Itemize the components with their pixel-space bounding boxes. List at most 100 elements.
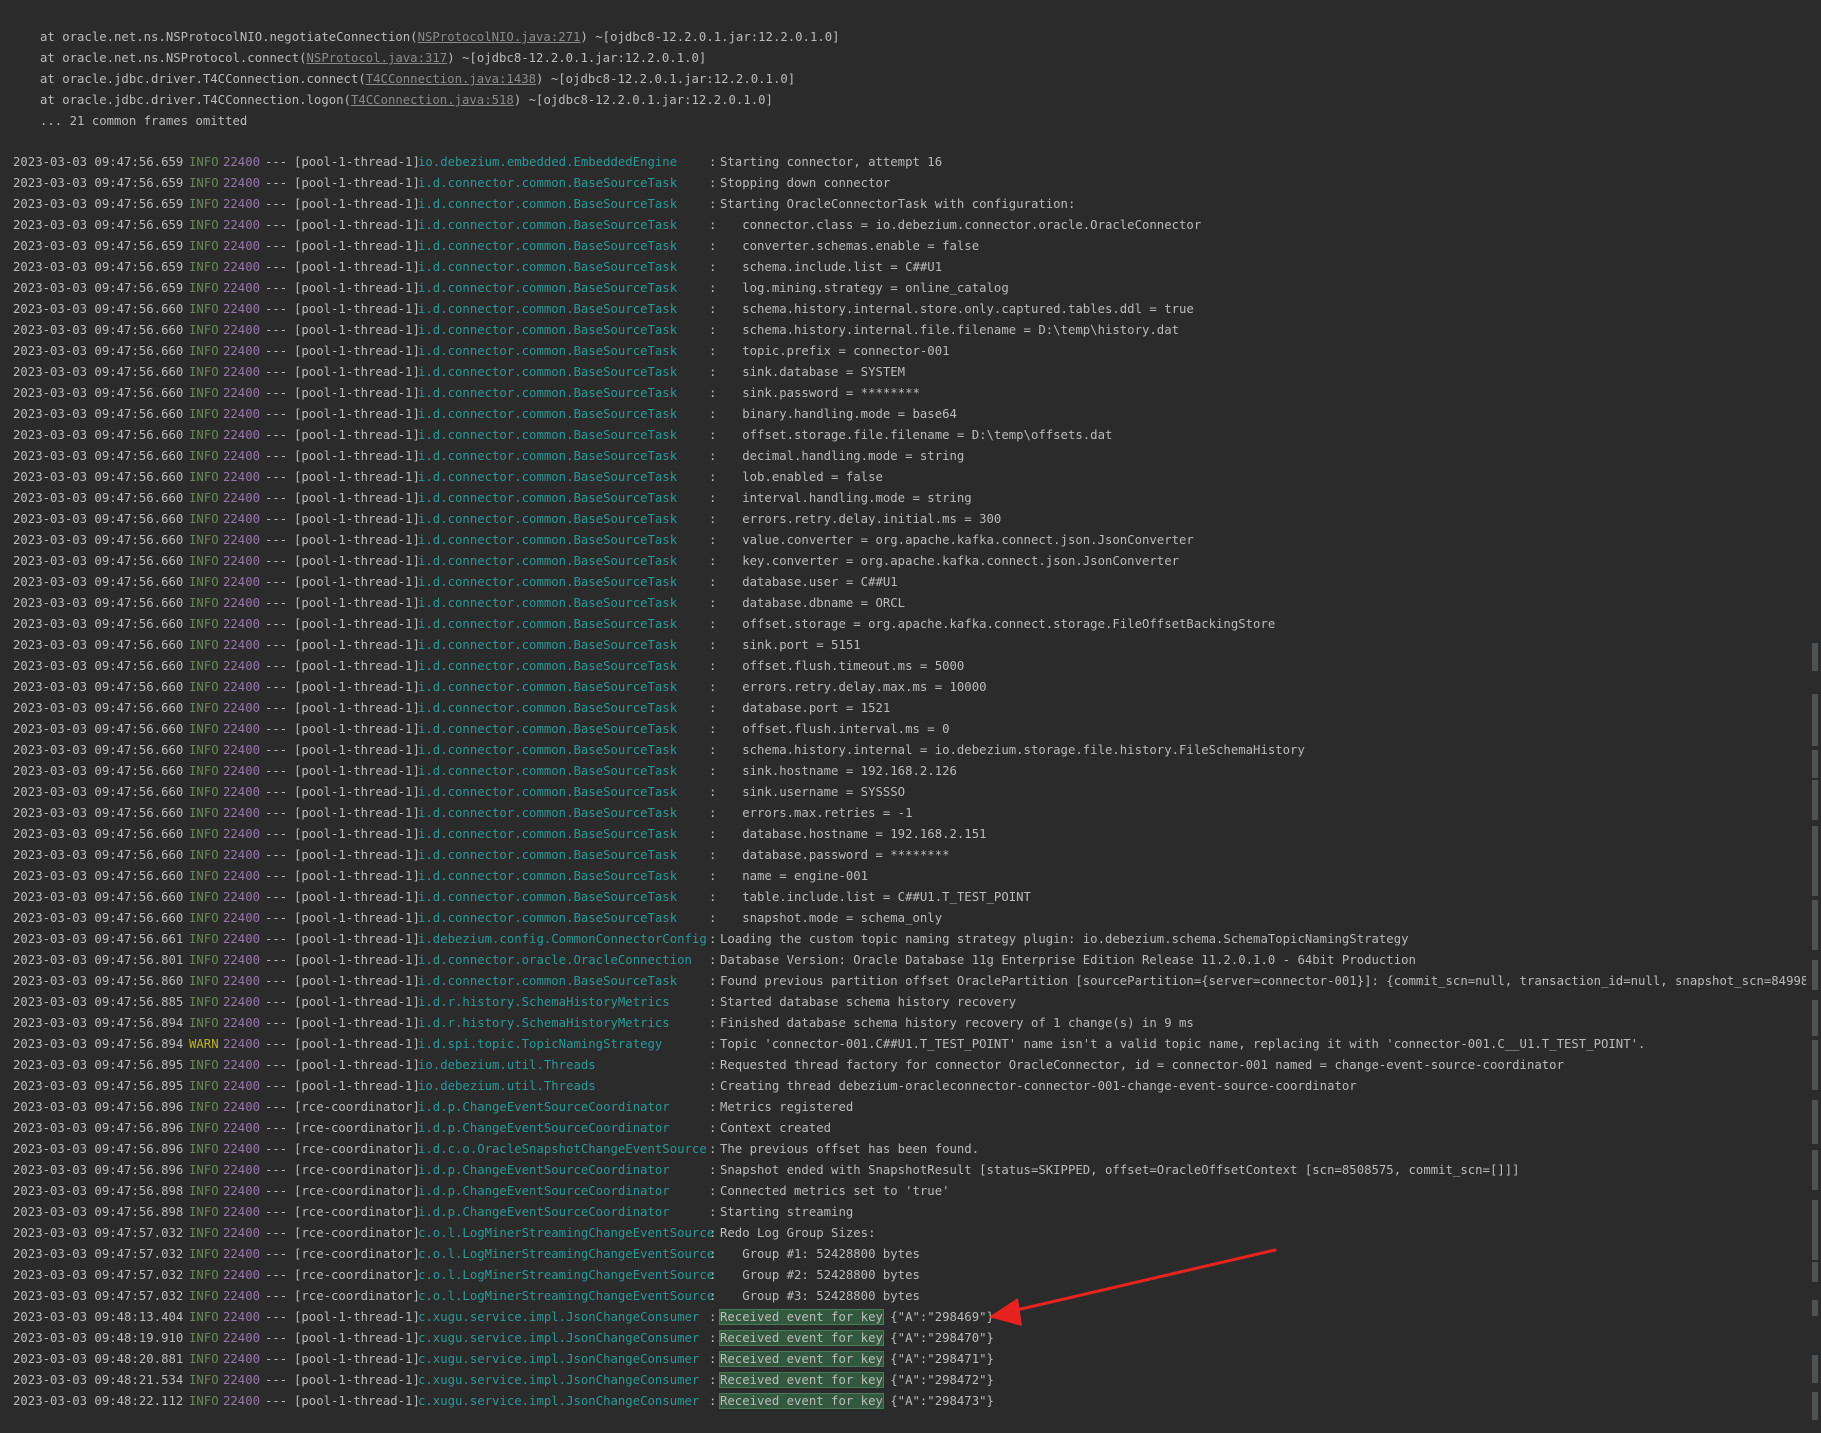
log-logger: i.d.connector.common.BaseSourceTask [418, 323, 678, 337]
console-output[interactable]: at oracle.net.ns.NSProtocolNIO.negotiate… [0, 0, 1806, 1433]
log-separator: --- [265, 617, 288, 631]
log-pid: 22400 [223, 890, 261, 904]
log-thread: [pool-1-thread-1] [294, 386, 420, 400]
log-pid: 22400 [223, 1205, 261, 1219]
log-pid: 22400 [223, 1079, 261, 1093]
source-link[interactable]: NSProtocol.java:317 [307, 51, 448, 65]
log-message: converter.schemas.enable = false [720, 239, 980, 253]
log-timestamp: 2023-03-03 09:47:56.660 [13, 848, 184, 862]
log-colon: : [709, 974, 717, 988]
log-pid: 22400 [223, 995, 261, 1009]
log-pid: 22400 [223, 1226, 261, 1240]
log-colon: : [709, 848, 717, 862]
log-colon: : [709, 491, 717, 505]
log-timestamp: 2023-03-03 09:47:56.660 [13, 911, 184, 925]
log-logger: i.d.connector.common.BaseSourceTask [418, 764, 678, 778]
log-timestamp: 2023-03-03 09:47:56.660 [13, 827, 184, 841]
log-timestamp: 2023-03-03 09:47:56.801 [13, 953, 184, 967]
log-message: schema.include.list = C##U1 [720, 260, 943, 274]
scrollbar-marker [1812, 826, 1818, 896]
stack-frame: ... 21 common frames omitted [40, 111, 840, 132]
log-thread: [pool-1-thread-1] [294, 659, 420, 673]
log-message: decimal.handling.mode = string [720, 449, 965, 463]
log-thread: [pool-1-thread-1] [294, 764, 420, 778]
log-timestamp: 2023-03-03 09:47:56.660 [13, 533, 184, 547]
scrollbar[interactable] [1806, 0, 1821, 1433]
log-separator: --- [265, 323, 288, 337]
log-pid: 22400 [223, 827, 261, 841]
log-level: INFO [189, 1163, 219, 1177]
log-message: Starting streaming [720, 1205, 854, 1219]
log-logger: i.d.connector.common.BaseSourceTask [418, 302, 678, 316]
stack-frame-text: at oracle.net.ns.NSProtocol.connect( [40, 51, 307, 65]
log-message: Creating thread debezium-oracleconnector… [720, 1079, 1357, 1093]
log-message: Starting connector, attempt 16 [720, 155, 943, 169]
log-separator: --- [265, 1352, 288, 1366]
log-logger: i.d.connector.common.BaseSourceTask [418, 974, 678, 988]
log-level: INFO [189, 785, 219, 799]
log-colon: : [709, 722, 717, 736]
log-timestamp: 2023-03-03 09:47:56.660 [13, 722, 184, 736]
log-timestamp: 2023-03-03 09:48:13.404 [13, 1310, 184, 1324]
log-colon: : [709, 1331, 717, 1345]
log-pid: 22400 [223, 239, 261, 253]
log-thread: [pool-1-thread-1] [294, 1016, 420, 1030]
log-logger: c.o.l.LogMinerStreamingChangeEventSource [418, 1289, 715, 1303]
log-thread: [pool-1-thread-1] [294, 953, 420, 967]
log-logger: i.d.p.ChangeEventSourceCoordinator [418, 1100, 670, 1114]
log-logger: i.d.connector.common.BaseSourceTask [418, 386, 678, 400]
log-separator: --- [265, 1331, 288, 1345]
log-separator: --- [265, 827, 288, 841]
source-link[interactable]: T4CConnection.java:1438 [366, 72, 536, 86]
log-pid: 22400 [223, 1247, 261, 1261]
log-thread: [pool-1-thread-1] [294, 995, 420, 1009]
stack-frame-text: at oracle.jdbc.driver.T4CConnection.logo… [40, 93, 351, 107]
log-message: Received event for key {"A":"298470"} [719, 1328, 994, 1349]
log-colon: : [709, 785, 717, 799]
log-colon: : [709, 1226, 717, 1240]
log-message: table.include.list = C##U1.T_TEST_POINT [720, 890, 1031, 904]
log-logger: i.d.connector.common.BaseSourceTask [418, 344, 678, 358]
log-level: INFO [189, 491, 219, 505]
log-separator: --- [265, 890, 288, 904]
log-message: sink.port = 5151 [720, 638, 861, 652]
log-message: Found previous partition offset OraclePa… [720, 974, 1806, 988]
log-separator: --- [265, 428, 288, 442]
log-thread: [pool-1-thread-1] [294, 197, 420, 211]
log-thread: [pool-1-thread-1] [294, 407, 420, 421]
source-link[interactable]: NSProtocolNIO.java:271 [418, 30, 581, 44]
log-colon: : [709, 932, 717, 946]
log-logger: i.d.connector.common.BaseSourceTask [418, 449, 678, 463]
log-level: INFO [189, 974, 219, 988]
log-timestamp: 2023-03-03 09:47:56.660 [13, 617, 184, 631]
log-level: INFO [189, 428, 219, 442]
log-thread: [pool-1-thread-1] [294, 344, 420, 358]
log-pid: 22400 [223, 1142, 261, 1156]
log-level: INFO [189, 365, 219, 379]
log-logger: i.d.spi.topic.TopicNamingStrategy [418, 1037, 663, 1051]
log-logger: i.d.connector.common.BaseSourceTask [418, 848, 678, 862]
log-timestamp: 2023-03-03 09:47:56.660 [13, 743, 184, 757]
log-thread: [pool-1-thread-1] [294, 554, 420, 568]
log-pid: 22400 [223, 365, 261, 379]
log-message: snapshot.mode = schema_only [720, 911, 943, 925]
log-thread: [pool-1-thread-1] [294, 281, 420, 295]
log-colon: : [709, 1373, 717, 1387]
log-colon: : [709, 239, 717, 253]
log-thread: [pool-1-thread-1] [294, 974, 420, 988]
source-link[interactable]: T4CConnection.java:518 [351, 93, 514, 107]
log-timestamp: 2023-03-03 09:47:56.896 [13, 1121, 184, 1135]
log-pid: 22400 [223, 638, 261, 652]
log-thread: [pool-1-thread-1] [294, 596, 420, 610]
log-separator: --- [265, 1016, 288, 1030]
log-pid: 22400 [223, 764, 261, 778]
log-separator: --- [265, 449, 288, 463]
log-pid: 22400 [223, 218, 261, 232]
search-highlight: Received event for key [719, 1351, 884, 1367]
stack-frame: at oracle.jdbc.driver.T4CConnection.logo… [40, 90, 840, 111]
log-timestamp: 2023-03-03 09:47:56.660 [13, 680, 184, 694]
log-timestamp: 2023-03-03 09:47:56.896 [13, 1142, 184, 1156]
log-pid: 22400 [223, 1100, 261, 1114]
log-thread: [pool-1-thread-1] [294, 1310, 420, 1324]
log-logger: i.d.connector.common.BaseSourceTask [418, 743, 678, 757]
